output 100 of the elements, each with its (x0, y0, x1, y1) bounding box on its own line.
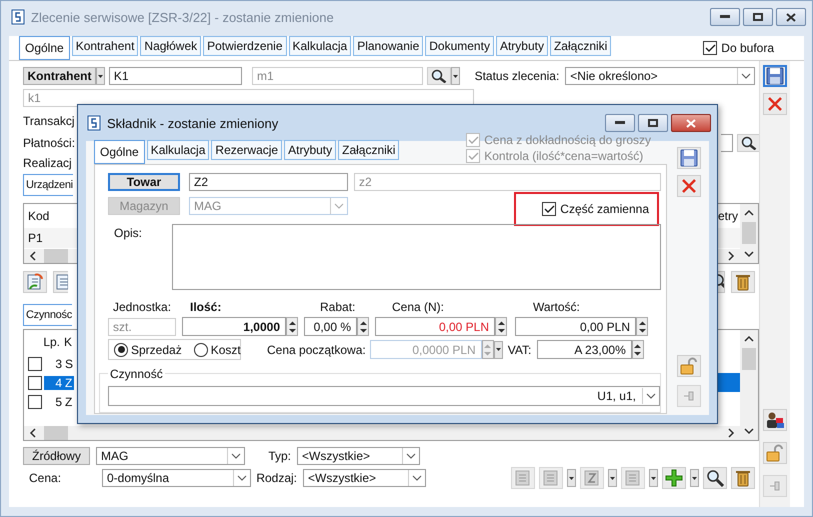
source-button[interactable]: Źródłowy (23, 447, 90, 465)
radio-button[interactable] (114, 342, 128, 356)
search-button[interactable] (737, 134, 761, 152)
checkbox[interactable] (542, 202, 556, 216)
save-button[interactable] (677, 147, 701, 169)
input-field[interactable] (721, 134, 733, 152)
scroll-right-icon[interactable] (726, 428, 736, 438)
code-field[interactable]: Z2 (189, 173, 348, 191)
warehouse-select[interactable]: MAG (96, 447, 245, 465)
price-select[interactable]: 0-domyślna (102, 469, 251, 487)
padlock-icon[interactable] (677, 355, 701, 377)
tab[interactable]: Kontrahent (72, 36, 138, 56)
status-select[interactable]: <Nie określono> (565, 67, 756, 85)
type-label: Typ: (267, 449, 292, 463)
table-cell[interactable]: Z (64, 394, 74, 408)
scroll-thumb[interactable] (44, 426, 68, 440)
discount-field[interactable]: 0,00 % (304, 317, 357, 336)
tab[interactable]: Atrybuty (496, 36, 548, 56)
vat-field[interactable]: A 23,00% (536, 340, 632, 359)
scroll-thumb[interactable] (742, 222, 756, 244)
trash-icon[interactable] (731, 467, 755, 489)
tab[interactable]: Nagłówek (140, 36, 202, 56)
table-cell[interactable]: S (64, 356, 74, 370)
caret-down-icon (452, 74, 458, 78)
spinner[interactable] (286, 317, 298, 336)
tab[interactable]: Ogólne (19, 36, 70, 60)
spinner[interactable] (632, 340, 644, 359)
code-field[interactable]: K1 (108, 67, 242, 85)
close-icon[interactable] (677, 175, 701, 197)
tab[interactable]: Planowanie (353, 36, 424, 56)
minimize-button[interactable] (605, 114, 635, 132)
scroll-right-icon[interactable] (726, 251, 736, 261)
name-field[interactable]: z2 (354, 173, 661, 191)
caret-down-icon (692, 476, 697, 480)
quantity-field[interactable]: 1,0000 (182, 317, 286, 336)
start-price-label: Cena początkowa: (267, 342, 366, 356)
tab[interactable]: Kalkulacja (288, 36, 352, 56)
trash-icon[interactable] (731, 271, 755, 293)
scroll-thumb[interactable] (44, 249, 68, 263)
tab[interactable]: Potwierdzenie (203, 36, 286, 56)
dropdown-button[interactable] (96, 67, 105, 85)
tab[interactable]: Załączniki (550, 36, 612, 56)
spinner[interactable] (495, 317, 507, 336)
scroll-down-icon[interactable] (744, 249, 754, 259)
scroll-up-icon[interactable] (744, 334, 754, 344)
type-select[interactable]: <Wszystkie> (297, 447, 420, 465)
tab[interactable]: Kalkulacja (146, 140, 210, 160)
dropdown-button[interactable] (567, 469, 576, 487)
save-button[interactable] (763, 65, 787, 87)
tab[interactable]: Atrybuty (284, 140, 336, 160)
search-button[interactable] (427, 67, 451, 85)
checkbox[interactable] (28, 394, 42, 408)
kontrahent-button[interactable]: Kontrahent (23, 67, 96, 85)
add-icon[interactable] (662, 467, 686, 489)
scroll-down-icon[interactable] (744, 426, 754, 436)
name-field[interactable]: m1 (252, 67, 424, 85)
scroll-left-icon[interactable] (28, 251, 38, 261)
checkbox[interactable] (28, 356, 42, 370)
tab[interactable]: Dokumenty (425, 36, 494, 56)
dropdown-button[interactable] (690, 469, 699, 487)
table-cell[interactable]: 4 (44, 376, 64, 390)
table-cell[interactable]: Z (64, 376, 74, 390)
spinner[interactable] (636, 317, 648, 336)
close-icon[interactable] (763, 93, 787, 115)
spin-arrows-icon (483, 342, 492, 356)
document-icon[interactable] (53, 271, 68, 293)
search-button[interactable] (703, 467, 727, 489)
minimize-button[interactable] (710, 8, 740, 26)
scroll-thumb[interactable] (742, 348, 756, 370)
dropdown-button[interactable] (649, 469, 658, 487)
tab[interactable]: Czynnośc (23, 304, 72, 326)
table-cell[interactable]: 3 (44, 356, 64, 370)
maximize-button[interactable] (638, 114, 668, 132)
tab[interactable]: Urządzeni (23, 174, 73, 196)
padlock-icon[interactable] (763, 442, 787, 464)
dropdown-button[interactable] (608, 469, 617, 487)
maximize-button[interactable] (743, 8, 773, 26)
unit-field[interactable]: szt. (108, 318, 176, 336)
description-field[interactable] (172, 224, 661, 290)
kind-select[interactable]: <Wszystkie> (303, 469, 426, 487)
refresh-document-icon[interactable] (23, 271, 47, 293)
spinner[interactable] (357, 317, 369, 336)
scroll-up-icon[interactable] (744, 208, 754, 218)
checkbox[interactable] (703, 41, 718, 55)
people-icon[interactable] (763, 409, 787, 431)
value-field[interactable]: 0,00 PLN (515, 317, 636, 336)
tab[interactable]: Załączniki (338, 140, 400, 160)
price-field[interactable]: 0,00 PLN (375, 317, 495, 336)
activity-select[interactable]: U1, u1, (108, 386, 660, 406)
table-cell[interactable]: 5 (44, 394, 64, 408)
radio-button[interactable] (194, 342, 208, 356)
spin-arrows-icon (633, 342, 642, 356)
group-label: Czynność (108, 367, 165, 381)
close-button[interactable] (671, 114, 711, 132)
towar-button[interactable]: Towar (108, 173, 180, 191)
checkbox[interactable] (28, 376, 42, 390)
close-button[interactable] (776, 8, 806, 26)
tab[interactable]: Ogólne (94, 140, 145, 164)
tab[interactable]: Rezerwacje (211, 140, 282, 160)
scroll-left-icon[interactable] (28, 428, 38, 438)
